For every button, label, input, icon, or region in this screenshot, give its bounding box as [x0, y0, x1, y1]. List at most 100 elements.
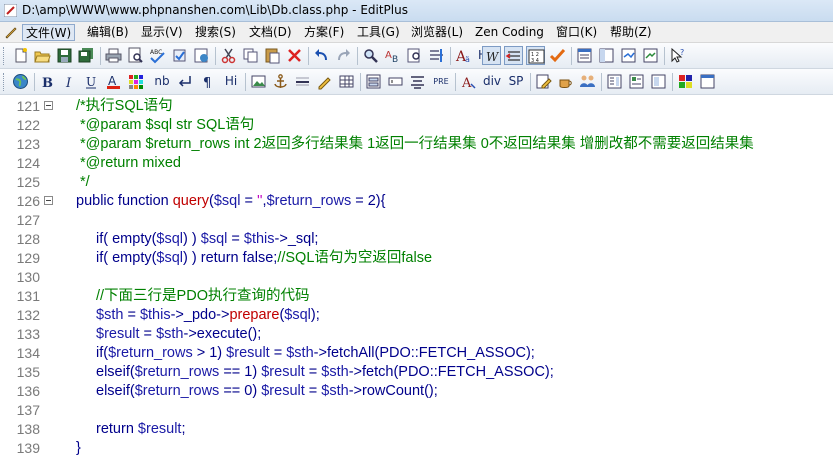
underline-button[interactable]: U	[82, 72, 101, 91]
menu-document[interactable]: 文档(D)	[246, 24, 295, 41]
main-toolbar: ABC AB Aä Hx W 1 23 4 ?	[0, 43, 833, 69]
browser-panel-icon	[643, 48, 658, 63]
menu-project[interactable]: 方案(F)	[301, 24, 347, 41]
comment-button[interactable]	[315, 72, 334, 91]
image-button[interactable]	[249, 72, 268, 91]
style-button[interactable]	[534, 72, 553, 91]
panel-toggle-icon	[651, 74, 666, 89]
code-editor[interactable]: 121 /*执行SQL语句 122 *@param $sql str SQL语句…	[0, 95, 833, 461]
delete-x-icon	[288, 49, 301, 62]
center-button[interactable]	[408, 72, 427, 91]
pencil-comment-icon	[318, 77, 331, 90]
line-number: 128	[16, 231, 40, 247]
table-button[interactable]	[337, 72, 356, 91]
menu-tools[interactable]: 工具(G)	[354, 24, 403, 41]
word-wrap-button[interactable]: W	[482, 46, 501, 65]
font-color-button[interactable]: A	[104, 72, 123, 91]
line-number: 122	[16, 117, 40, 133]
pre-button[interactable]: PRE	[430, 72, 452, 91]
style-pencil-icon	[536, 74, 552, 89]
line-number: 123	[16, 136, 40, 152]
fullscreen-button[interactable]	[698, 72, 717, 91]
fold-toggle[interactable]	[44, 196, 53, 205]
open-file-button[interactable]	[33, 46, 52, 65]
find-button[interactable]	[361, 46, 380, 65]
bold-button[interactable]: B	[38, 72, 57, 91]
code-text: $sth = $this->_pdo->prepare($sql);	[96, 307, 320, 323]
print-preview-icon	[128, 47, 143, 63]
menu-view[interactable]: 显示(V)	[138, 24, 186, 41]
input-button[interactable]	[386, 72, 405, 91]
toolbar-grip[interactable]	[3, 73, 7, 91]
print-preview-button[interactable]	[126, 46, 145, 65]
window-panel-icon	[577, 48, 592, 63]
list-button[interactable]	[627, 72, 646, 91]
spell-check-button[interactable]: ABC	[148, 46, 167, 65]
menu-edit[interactable]: 编辑(B)	[84, 24, 132, 41]
redo-button[interactable]	[334, 46, 353, 65]
cliptext-window-button[interactable]	[575, 46, 594, 65]
nbsp-button[interactable]: nb	[152, 72, 172, 91]
italic-button[interactable]: I	[60, 72, 79, 91]
menu-file[interactable]: 文件(W)	[22, 24, 76, 41]
color-palette-button[interactable]	[676, 72, 695, 91]
color-picker-button[interactable]	[126, 72, 145, 91]
heading-button[interactable]: Hi	[220, 72, 242, 91]
input-field-icon	[388, 77, 403, 86]
browser-window-button[interactable]	[641, 46, 660, 65]
paragraph-icon: ¶	[203, 76, 211, 91]
goto-line-button[interactable]	[427, 46, 446, 65]
menu-help[interactable]: 帮助(Z)	[607, 24, 655, 41]
code-text: *@return mixed	[76, 155, 181, 171]
output-window-button[interactable]	[619, 46, 638, 65]
menu-zen-coding[interactable]: Zen Coding	[472, 24, 547, 41]
span-button[interactable]: SP	[505, 72, 527, 91]
help-pointer-button[interactable]: ?	[668, 46, 687, 65]
paragraph-button[interactable]: ¶	[198, 72, 217, 91]
print-button[interactable]	[104, 46, 123, 65]
line-number: 138	[16, 421, 40, 437]
check-button[interactable]	[548, 46, 567, 65]
form-button[interactable]	[364, 72, 383, 91]
toggle-panel-button[interactable]	[649, 72, 668, 91]
replace-button[interactable]: AB	[383, 46, 402, 65]
delete-button[interactable]	[285, 46, 304, 65]
line-number: 135	[16, 364, 40, 380]
code-line: 132 $sth = $this->_pdo->prepare($sql);	[0, 306, 833, 325]
menu-window[interactable]: 窗口(K)	[553, 24, 600, 41]
directory-window-button[interactable]	[597, 46, 616, 65]
anchor-button[interactable]	[271, 72, 290, 91]
paste-button[interactable]	[263, 46, 282, 65]
fold-toggle[interactable]	[44, 101, 53, 110]
code-line: 134 if($return_rows > 1) $result = $sth-…	[0, 344, 833, 363]
find-in-files-button[interactable]	[405, 46, 424, 65]
column-number-button[interactable]: 1 23 4	[526, 46, 545, 65]
title-bar: D:\amp\WWW\www.phpnanshen.com\Lib\Db.cla…	[0, 0, 833, 22]
line-break-icon	[178, 76, 191, 87]
directory-button[interactable]	[192, 46, 211, 65]
menu-browser[interactable]: 浏览器(L)	[408, 24, 466, 41]
code-text: if( empty($sql) ) return false;//SQL语句为空…	[96, 250, 433, 266]
view-in-browser-button[interactable]	[11, 72, 30, 91]
cut-button[interactable]	[219, 46, 238, 65]
save-button[interactable]	[55, 46, 74, 65]
toolbar-grip[interactable]	[3, 47, 7, 65]
php-button[interactable]	[578, 72, 597, 91]
undo-button[interactable]	[312, 46, 331, 65]
cliptext-button[interactable]	[170, 46, 189, 65]
line-break-button[interactable]	[176, 72, 195, 91]
script-button[interactable]	[556, 72, 575, 91]
font-button[interactable]: Aä	[454, 46, 473, 65]
line-number: 136	[16, 383, 40, 399]
div-button[interactable]: div	[481, 72, 503, 91]
horizontal-rule-button[interactable]	[293, 72, 312, 91]
font-tag-button[interactable]: A	[459, 72, 478, 91]
coffee-script-icon	[559, 79, 572, 88]
new-file-button[interactable]	[11, 46, 30, 65]
save-all-button[interactable]	[77, 46, 96, 65]
copy-button[interactable]	[241, 46, 260, 65]
line-number-button[interactable]	[504, 46, 523, 65]
svg-text:A: A	[108, 74, 117, 88]
frame-button[interactable]	[605, 72, 624, 91]
menu-search[interactable]: 搜索(S)	[192, 24, 239, 41]
